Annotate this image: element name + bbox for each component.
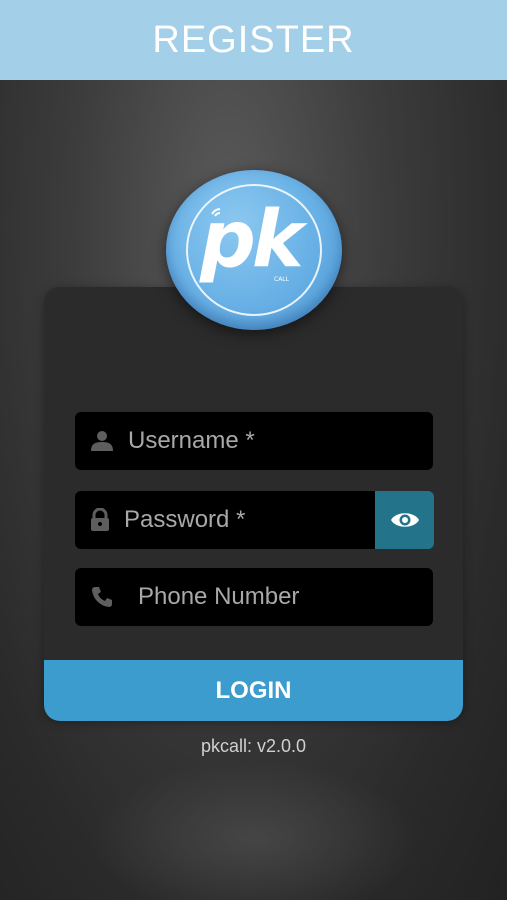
pkcall-logo: pk CALL — [166, 170, 342, 330]
logo-text: pk — [200, 195, 304, 285]
show-password-button[interactable] — [375, 491, 434, 549]
lock-icon — [90, 508, 110, 532]
login-button[interactable]: LOGIN — [44, 660, 463, 721]
version-label: pkcall: v2.0.0 — [200, 736, 307, 756]
header-bar: REGISTER — [0, 0, 507, 80]
password-field[interactable] — [75, 491, 404, 549]
eye-icon — [390, 513, 419, 527]
password-input[interactable] — [124, 506, 404, 534]
user-icon — [90, 429, 114, 453]
username-field[interactable] — [75, 412, 433, 470]
phone-field[interactable] — [75, 568, 433, 626]
background-glow — [90, 760, 420, 900]
logo-subtext: CALL — [274, 276, 289, 283]
username-input[interactable] — [128, 427, 408, 455]
phone-input[interactable] — [138, 583, 418, 611]
page-title: REGISTER — [152, 18, 355, 61]
phone-icon — [90, 585, 114, 609]
